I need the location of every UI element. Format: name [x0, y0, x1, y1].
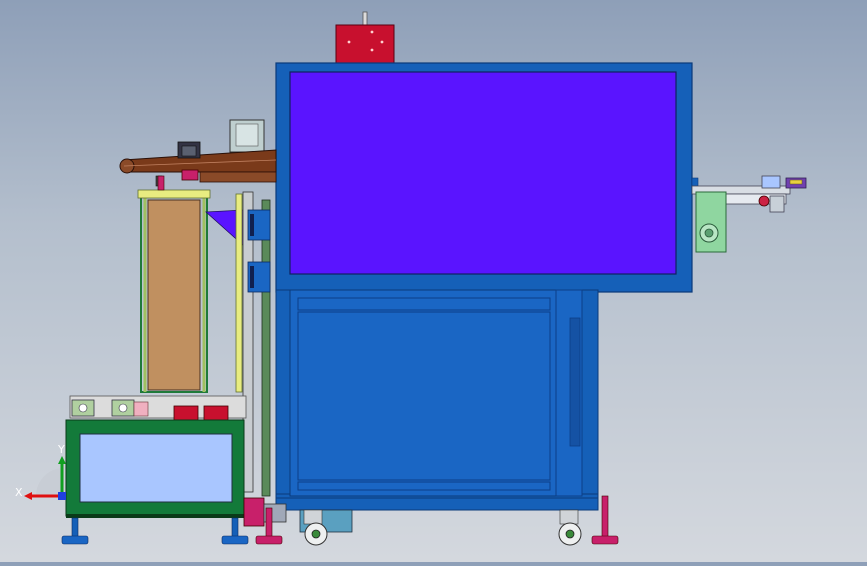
- wood-board: [147, 199, 201, 391]
- belt-conveyor[interactable]: [119, 119, 277, 187]
- cad-viewport[interactable]: X Y: [0, 0, 867, 562]
- base-cabinet[interactable]: [65, 395, 247, 518]
- top-motor-box[interactable]: [335, 11, 395, 64]
- top-panel: [289, 71, 677, 275]
- right-feeder[interactable]: [691, 175, 807, 253]
- base-window: [79, 433, 233, 503]
- triad-x-label: X: [15, 486, 23, 499]
- assembly-drawing: [24, 11, 807, 546]
- main-cabinet[interactable]: [275, 62, 693, 511]
- axis-triad-icon: [24, 456, 66, 500]
- triad-y-label: Y: [58, 443, 65, 456]
